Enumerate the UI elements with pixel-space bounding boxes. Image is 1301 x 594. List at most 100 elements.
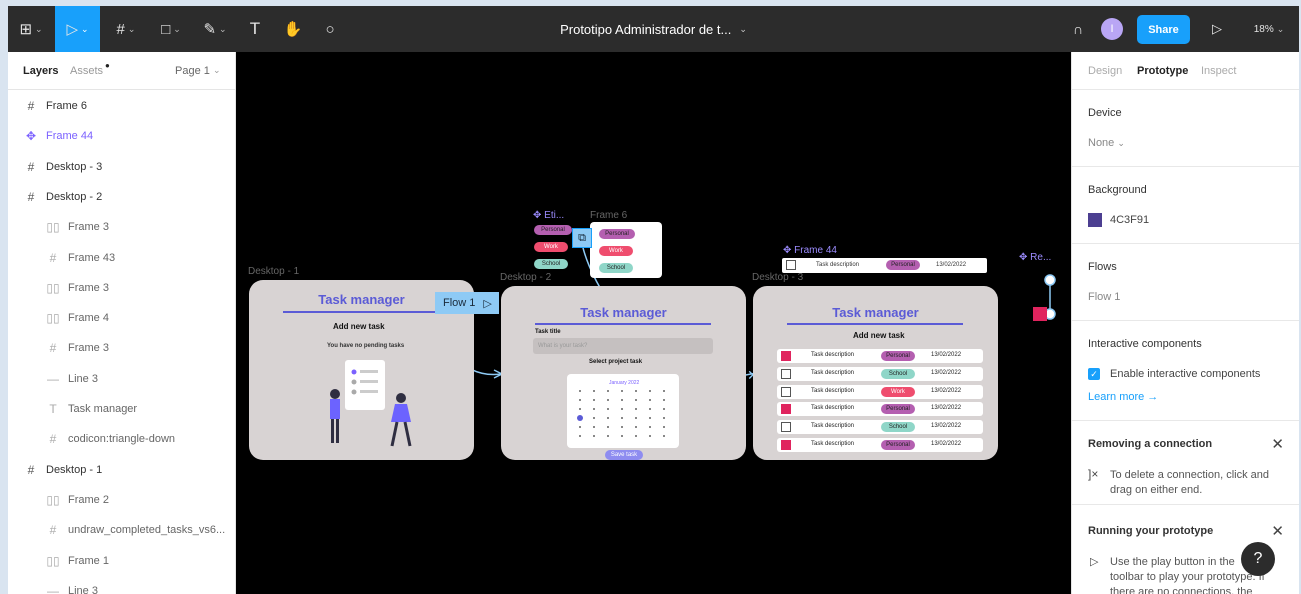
layer-item[interactable]: ▯▯ Frame 4 <box>8 303 236 333</box>
flow-starting-point[interactable]: Flow 1 ▷ <box>435 292 499 314</box>
chevron-down-icon: ⌄ <box>173 23 181 34</box>
calendar-day <box>621 426 623 428</box>
title-underline <box>535 323 711 325</box>
layer-item[interactable]: # Frame 43 <box>8 243 236 273</box>
layer-item[interactable]: ✥ Frame 44 <box>8 121 236 151</box>
background-hex[interactable]: 4C3F91 <box>1110 214 1149 226</box>
comment-tool-button[interactable]: ○ <box>314 6 346 52</box>
tags-component[interactable]: Personal Work School <box>532 222 576 272</box>
shape-tool-button[interactable]: □ ⌄ <box>150 6 192 52</box>
task-checkbox <box>781 386 791 397</box>
tab-prototype[interactable]: Prototype <box>1137 65 1188 77</box>
present-button[interactable]: ▷ <box>1204 6 1230 52</box>
task-date: 13/02/2022 <box>931 369 962 376</box>
layer-item[interactable]: # codicon:triangle-down <box>8 424 236 454</box>
layer-item[interactable]: ▯▯ Frame 2 <box>8 485 236 515</box>
frame-label-desktop-2[interactable]: Desktop - 2 <box>500 272 551 283</box>
add-new-task-button: Add new task <box>853 331 905 340</box>
calendar-day <box>621 399 623 401</box>
layer-item[interactable]: # Desktop - 2 <box>8 182 236 212</box>
calendar-day <box>649 435 651 437</box>
overlay-icon[interactable]: ⧉ <box>572 228 592 248</box>
share-button[interactable]: Share <box>1137 15 1190 44</box>
layer-item[interactable]: # Frame 6 <box>8 91 236 121</box>
calendar-day <box>607 399 609 401</box>
layer-item[interactable]: # Desktop - 1 <box>8 455 236 485</box>
checkbox-checked-icon[interactable]: ✓ <box>1088 368 1100 380</box>
frame-icon: # <box>27 99 35 113</box>
calendar-day <box>635 399 637 401</box>
learn-more-link[interactable]: Learn more → <box>1088 391 1158 403</box>
calendar-day <box>621 408 623 410</box>
layer-item[interactable]: ▯▯ Frame 1 <box>8 546 236 576</box>
frame-label-frame-44[interactable]: ✥ Frame 44 <box>783 245 837 256</box>
flow-item[interactable]: Flow 1 <box>1088 291 1120 303</box>
color-swatch[interactable] <box>1088 213 1102 227</box>
play-icon: ▷ <box>1212 21 1222 36</box>
device-select[interactable]: None ⌄ <box>1088 137 1125 149</box>
document-title[interactable]: Prototipo Administrador de t... <box>560 22 731 37</box>
chevron-down-icon: ⌄ <box>35 23 43 34</box>
task-row: Task description Work 13/02/2022 <box>777 384 983 399</box>
frame-tool-button[interactable]: # ⌄ <box>104 6 148 52</box>
frame-label-desktop-1[interactable]: Desktop - 1 <box>248 266 299 277</box>
help-button[interactable]: ? <box>1241 542 1275 576</box>
frame-44[interactable]: Task description Personal 13/02/2022 <box>782 258 987 273</box>
desktop-3-frame[interactable]: Task manager Add new task Task descripti… <box>753 286 998 460</box>
close-icon[interactable]: ✕ <box>1271 435 1284 453</box>
text-tool-button[interactable]: T <box>240 6 270 52</box>
frame-label-desktop-3[interactable]: Desktop - 3 <box>752 272 803 283</box>
frame-label-re[interactable]: ✥ Re... <box>1019 252 1051 263</box>
close-icon[interactable]: ✕ <box>1271 522 1284 540</box>
comment-icon: ○ <box>325 20 335 38</box>
device-label: Device <box>1088 107 1122 119</box>
connection-node[interactable] <box>1044 274 1056 286</box>
move-tool-button[interactable]: ▷ ⌄ <box>55 6 100 52</box>
hand-tool-button[interactable]: ✋ <box>276 6 310 52</box>
canvas[interactable]: ✕ Desktop - 1 Desktop - 2 Desktop - 3 ✥ … <box>236 52 1071 594</box>
layer-item[interactable]: # undraw_completed_tasks_vs6... <box>8 515 236 545</box>
calendar-day <box>663 408 665 410</box>
autolayout-icon: ▯▯ <box>46 311 60 326</box>
task-date: 13/02/2022 <box>931 441 962 447</box>
frame-thumbnail[interactable] <box>1033 307 1047 321</box>
tab-inspect[interactable]: Inspect <box>1201 65 1236 77</box>
frame-label-frame-6[interactable]: Frame 6 <box>590 210 627 221</box>
save-task-button: Save task <box>605 450 643 460</box>
tab-assets[interactable]: Assets <box>70 65 103 77</box>
page-selector[interactable]: Page 1 <box>175 65 210 77</box>
layer-item[interactable]: — Line 3 <box>8 364 236 394</box>
calendar-day <box>579 408 581 410</box>
enable-interactive-label[interactable]: Enable interactive components <box>1110 368 1260 380</box>
tab-layers[interactable]: Layers <box>23 65 58 77</box>
zoom-dropdown[interactable]: 18% ⌄ <box>1244 6 1294 52</box>
avatar[interactable]: I <box>1101 18 1123 40</box>
autolayout-icon: ▯▯ <box>46 553 60 568</box>
task-date: 13/02/2022 <box>931 387 962 394</box>
pen-tool-button[interactable]: ✎ ⌄ <box>194 6 236 52</box>
audio-button[interactable]: ∩ <box>1064 6 1092 52</box>
layer-item[interactable]: ▯▯ Frame 3 <box>8 212 236 242</box>
layer-name: Desktop - 2 <box>46 190 103 203</box>
layer-item[interactable]: T Task manager <box>8 394 236 424</box>
hand-icon: ✋ <box>283 21 303 38</box>
task-tag: School <box>881 422 915 433</box>
layer-item[interactable]: ▯▯ Frame 3 <box>8 273 236 303</box>
task-checkbox <box>781 351 791 361</box>
tab-design[interactable]: Design <box>1088 65 1122 77</box>
main-menu-button[interactable]: ⊞ ⌄ <box>8 6 54 52</box>
layer-item[interactable]: # Frame 3 <box>8 333 236 363</box>
layer-item[interactable]: — Line 3 <box>8 576 236 594</box>
calendar-day <box>579 435 581 437</box>
desktop-2-frame[interactable]: Task manager Task title What is your tas… <box>501 286 746 460</box>
task-row: Task description School 13/02/2022 <box>777 420 983 435</box>
chevron-down-icon[interactable]: ⌄ <box>213 65 221 76</box>
chevron-down-icon[interactable]: ⌄ <box>739 24 747 35</box>
layer-item[interactable]: # Desktop - 3 <box>8 152 236 182</box>
frame-label-etiquetas[interactable]: ✥ Eti... <box>533 210 564 221</box>
frame-6[interactable]: Personal Work School <box>590 222 662 278</box>
flow-label: Flow 1 <box>443 297 476 309</box>
task-description: Task description <box>811 441 855 447</box>
frame-icon: # <box>27 462 35 477</box>
device-value: None <box>1088 137 1115 149</box>
